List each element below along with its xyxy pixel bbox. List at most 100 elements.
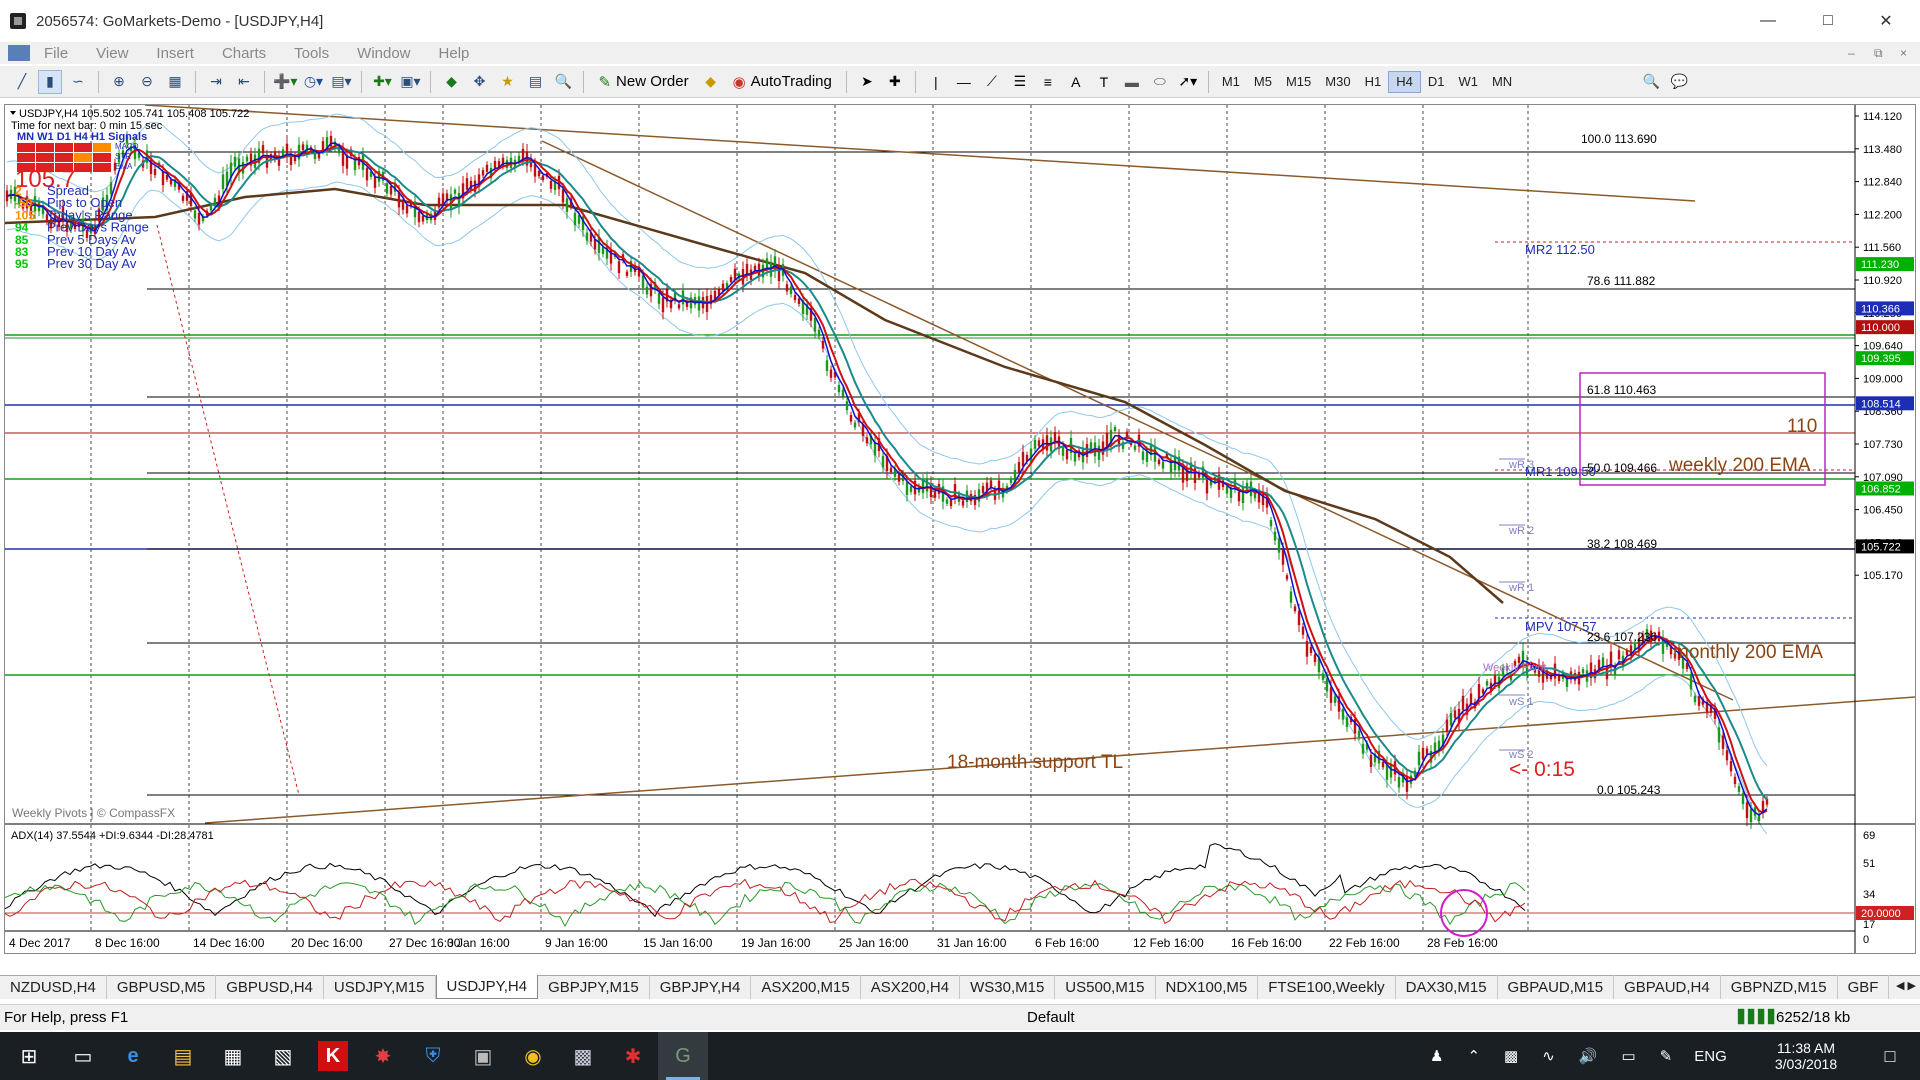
kaspersky-icon[interactable]: K (318, 1041, 348, 1071)
market-watch-icon[interactable]: ◆ (439, 70, 463, 94)
people-icon[interactable]: ♟ (1430, 1047, 1443, 1065)
chart-tab[interactable]: US500,M15 (1055, 975, 1156, 999)
autotrading-button[interactable]: ◉ AutoTrading (727, 70, 838, 94)
clock[interactable]: 11:38 AM 3/03/2018 (1756, 1032, 1856, 1080)
snipping-icon[interactable]: ✸ (358, 1032, 408, 1080)
text-label-icon[interactable]: T (1092, 70, 1116, 94)
timeframe-m1[interactable]: M1 (1215, 71, 1247, 93)
line-chart-icon[interactable]: ∽ (66, 70, 90, 94)
minimize-button[interactable]: — (1740, 0, 1796, 42)
chart-tab[interactable]: USDJPY,H4 (435, 975, 539, 999)
ellipse-icon[interactable]: ⬭ (1148, 70, 1172, 94)
tab-scroll-arrows[interactable]: ◀ ▶ (1896, 979, 1916, 992)
timeframe-m30[interactable]: M30 (1318, 71, 1357, 93)
chart-tab[interactable]: GBPJPY,H4 (650, 975, 752, 999)
horizontal-line-icon[interactable]: — (952, 70, 976, 94)
volume-icon[interactable]: 🔊 (1579, 1047, 1598, 1065)
mdi-close-button[interactable]: × (1900, 46, 1907, 60)
maximize-button[interactable]: □ (1800, 0, 1856, 42)
pen-icon[interactable]: ✎ (1660, 1047, 1673, 1065)
arrows-icon[interactable]: ➚▾ (1176, 70, 1200, 94)
metaeditor-icon[interactable]: ◆ (699, 70, 723, 94)
text-icon[interactable]: A (1064, 70, 1088, 94)
chart-tab[interactable]: FTSE100,Weekly (1258, 975, 1396, 999)
timeframe-h1[interactable]: H1 (1358, 71, 1389, 93)
indicators-icon[interactable]: ➕▾ (273, 70, 297, 94)
chart-tab[interactable]: GBPUSD,M5 (107, 975, 217, 999)
menu-view[interactable]: View (82, 45, 142, 62)
timeframe-d1[interactable]: D1 (1421, 71, 1452, 93)
tile-windows-icon[interactable]: ▦ (163, 70, 187, 94)
security-shield-icon[interactable]: ⛨ (408, 1032, 458, 1080)
menu-window[interactable]: Window (343, 45, 424, 62)
vertical-line-icon[interactable]: | (924, 70, 948, 94)
timeframe-h4[interactable]: H4 (1388, 70, 1421, 93)
chart-window[interactable]: 114.120 113.480 112.840 112.200 111.560 110.9… (4, 104, 1916, 954)
periods-icon[interactable]: ◷▾ (301, 70, 325, 94)
trendline-icon[interactable]: ⟋ (980, 70, 1004, 94)
calculator-icon[interactable]: ▧ (258, 1032, 308, 1080)
data-window-icon[interactable]: ✥ (467, 70, 491, 94)
chart-tab[interactable]: NZDUSD,H4 (0, 975, 107, 999)
chart-tab[interactable]: GBF (1838, 975, 1890, 999)
notifications-icon[interactable]: □ (1866, 1032, 1914, 1080)
rdp-icon[interactable]: ▩ (558, 1032, 608, 1080)
crosshair-icon[interactable]: ✚ (883, 70, 907, 94)
chrome-icon[interactable]: ◉ (508, 1032, 558, 1080)
zoom-in-icon[interactable]: ⊕ (107, 70, 131, 94)
chart-tab[interactable]: ASX200,M15 (751, 975, 861, 999)
cursor-icon[interactable]: ➤ (855, 70, 879, 94)
fibonacci-icon[interactable]: ≡ (1036, 70, 1060, 94)
chevron-up-icon[interactable]: ⌃ (1467, 1047, 1480, 1065)
timeframe-mn[interactable]: MN (1485, 71, 1519, 93)
chat-icon[interactable]: 💬 (1667, 70, 1691, 94)
start-icon[interactable]: ⊞ (0, 1032, 58, 1080)
timeframe-m5[interactable]: M5 (1247, 71, 1279, 93)
wifi-icon[interactable]: ∿ (1542, 1047, 1555, 1065)
chart-tab[interactable]: NDX100,M5 (1156, 975, 1259, 999)
store-icon[interactable]: ▦ (208, 1032, 258, 1080)
camera-icon[interactable]: ▣ (458, 1032, 508, 1080)
close-button[interactable]: ✕ (1858, 0, 1914, 42)
language-indicator[interactable]: ENG (1694, 1048, 1727, 1065)
battery-icon[interactable]: ▭ (1621, 1047, 1635, 1065)
chart-shift-icon[interactable]: ⇤ (232, 70, 256, 94)
profiles-icon[interactable]: ▣▾ (398, 70, 422, 94)
zoom-out-icon[interactable]: ⊖ (135, 70, 159, 94)
autoscroll-icon[interactable]: ⇥ (204, 70, 228, 94)
battery-meter-icon[interactable]: ▩ (1504, 1047, 1518, 1065)
templates-icon[interactable]: ▤▾ (329, 70, 353, 94)
channel-icon[interactable]: ☰ (1008, 70, 1032, 94)
timeframe-m15[interactable]: M15 (1279, 71, 1318, 93)
task-view-icon[interactable]: ▭ (58, 1032, 108, 1080)
mdi-restore-button[interactable]: ⧉ (1874, 46, 1883, 61)
terminal-icon[interactable]: ▤ (523, 70, 547, 94)
edge-browser-icon[interactable]: e (108, 1032, 158, 1080)
gomarkets-icon[interactable]: G (658, 1032, 708, 1080)
menu-insert[interactable]: Insert (142, 45, 208, 62)
chart-tab[interactable]: USDJPY,M15 (324, 975, 436, 999)
menu-help[interactable]: Help (425, 45, 484, 62)
new-order-button[interactable]: ✎ New Order (592, 70, 694, 94)
chart-tab[interactable]: GBPAUD,M15 (1498, 975, 1615, 999)
file-explorer-icon[interactable]: ▤ (158, 1032, 208, 1080)
timeframe-w1[interactable]: W1 (1451, 71, 1485, 93)
chart-canvas[interactable]: 114.120 113.480 112.840 112.200 111.560 110.9… (4, 104, 1916, 953)
strategy-tester-icon[interactable]: 🔍 (551, 70, 575, 94)
chart-tab[interactable]: GBPNZD,M15 (1721, 975, 1838, 999)
menu-tools[interactable]: Tools (280, 45, 343, 62)
metatrader-icon[interactable]: ✱ (608, 1032, 658, 1080)
new-chart-icon[interactable]: ✚▾ (370, 70, 394, 94)
bar-chart-icon[interactable]: ╱ (10, 70, 34, 94)
rectangle-icon[interactable]: ▬ (1120, 70, 1144, 94)
chart-tab[interactable]: GBPAUD,H4 (1614, 975, 1721, 999)
navigator-icon[interactable]: ★ (495, 70, 519, 94)
search-icon[interactable]: 🔍 (1639, 70, 1663, 94)
candlestick-chart-icon[interactable]: ▮ (38, 69, 62, 94)
chart-tab[interactable]: DAX30,M15 (1396, 975, 1498, 999)
chart-tab[interactable]: ASX200,H4 (861, 975, 961, 999)
menu-charts[interactable]: Charts (208, 45, 280, 62)
menu-file[interactable]: File (30, 45, 82, 62)
mdi-minimize-button[interactable]: – (1848, 46, 1855, 60)
chart-tab[interactable]: GBPUSD,H4 (216, 975, 324, 999)
